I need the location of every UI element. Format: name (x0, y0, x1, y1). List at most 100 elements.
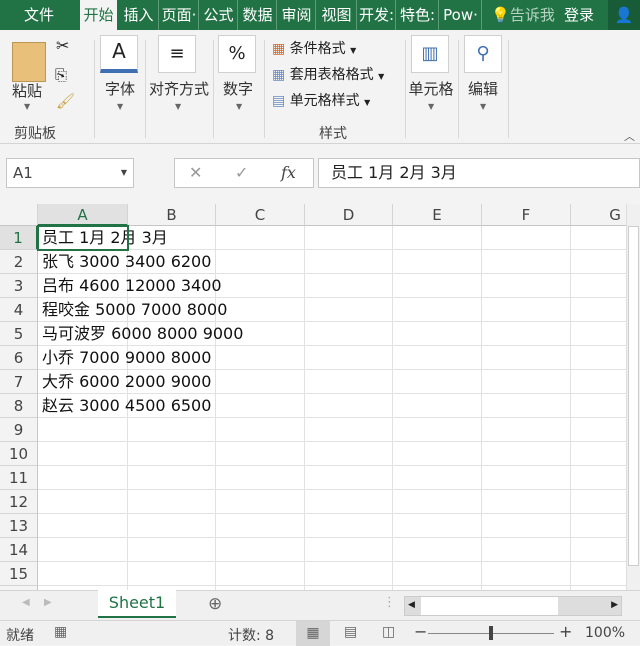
prev-sheet-icon[interactable]: ◀ (22, 597, 30, 608)
row-header-3[interactable]: 3 (0, 274, 38, 298)
formula-input[interactable]: 员工 1月 2月 3月 (318, 158, 640, 188)
tab-insert[interactable]: 插入 (119, 0, 159, 30)
ribbon-tabs: 文件 开始 插入 页面· 公式 数据 审阅 视图 开发: 特色: Pow· 💡告… (0, 0, 640, 30)
tab-developer[interactable]: 开发: (358, 0, 396, 30)
tab-page-layout[interactable]: 页面· (160, 0, 199, 30)
zoom-out-button[interactable]: − (414, 622, 427, 641)
gridline (570, 226, 571, 590)
active-cell-selection (37, 225, 129, 251)
column-header-G[interactable]: G (571, 204, 626, 226)
search-icon[interactable]: ⚲ (464, 35, 502, 73)
status-ready: 就绪 (6, 628, 34, 644)
tab-file[interactable]: 文件 (0, 0, 78, 30)
cell-A7[interactable]: 大乔 6000 2000 9000 (42, 370, 211, 394)
tab-features[interactable]: 特色: (397, 0, 439, 30)
column-header-D[interactable]: D (305, 204, 393, 226)
tab-review[interactable]: 审阅 (278, 0, 316, 30)
chevron-down-icon[interactable]: ▼ (121, 159, 127, 187)
tab-data[interactable]: 数据 (239, 0, 277, 30)
paste-icon[interactable] (12, 42, 46, 82)
percent-icon[interactable]: % (218, 35, 256, 73)
copy-icon[interactable]: ⎘ (55, 66, 67, 84)
row-header-8[interactable]: 8 (0, 394, 38, 418)
row-header-4[interactable]: 4 (0, 298, 38, 322)
insert-function-icon[interactable]: fx (281, 159, 296, 187)
add-sheet-icon[interactable]: ⊕ (208, 594, 222, 614)
row-header-13[interactable]: 13 (0, 514, 38, 538)
horizontal-scrollbar[interactable]: ◀ ▶ (404, 596, 622, 616)
row-header-12[interactable]: 12 (0, 490, 38, 514)
row-header-6[interactable]: 6 (0, 346, 38, 370)
row-header-9[interactable]: 9 (0, 418, 38, 442)
column-header-B[interactable]: B (128, 204, 216, 226)
sheet-tab-sheet1[interactable]: Sheet1 (98, 590, 176, 618)
collapse-ribbon-icon[interactable]: ︿ (624, 128, 635, 144)
format-as-table-button[interactable]: ▦ 套用表格格式 ▼ (272, 64, 384, 84)
page-layout-view-icon[interactable]: ▤ (344, 624, 357, 640)
tab-view[interactable]: 视图 (317, 0, 357, 30)
column-header-E[interactable]: E (393, 204, 482, 226)
cells-button[interactable]: 单元格 (406, 78, 456, 99)
font-button[interactable]: 字体 (100, 78, 140, 99)
cell-A5[interactable]: 马可波罗 6000 8000 9000 (42, 322, 243, 346)
share-user-icon[interactable]: 👤 (608, 0, 640, 30)
row-header-7[interactable]: 7 (0, 370, 38, 394)
paste-button[interactable]: 粘贴 (10, 80, 44, 101)
zoom-level[interactable]: 100% (585, 625, 625, 641)
editing-button[interactable]: 编辑 (463, 78, 503, 99)
row-header-1[interactable]: 1 (0, 226, 38, 250)
sign-in-button[interactable]: 登录 (558, 0, 600, 30)
scroll-thumb[interactable] (628, 226, 639, 566)
cell-A2[interactable]: 张飞 3000 3400 6200 (42, 250, 211, 274)
align-icon[interactable]: ≡ (158, 35, 196, 73)
gridline (38, 537, 626, 538)
cell-A4[interactable]: 程咬金 5000 7000 8000 (42, 298, 227, 322)
cells-icon[interactable]: ▥ (411, 35, 449, 73)
column-header-F[interactable]: F (482, 204, 571, 226)
cell-A3[interactable]: 吕布 4600 12000 3400 (42, 274, 222, 298)
worksheet-grid[interactable]: ABCDEFG12345678910111213141516员工 1月 2月 3… (0, 204, 626, 590)
row-header-14[interactable]: 14 (0, 538, 38, 562)
lightbulb-icon: 💡 (491, 6, 510, 24)
next-sheet-icon[interactable]: ▶ (44, 597, 52, 608)
cell-styles-button[interactable]: ▤ 单元格样式 ▼ (272, 90, 370, 110)
cut-icon[interactable]: ✂ (56, 36, 69, 55)
row-header-5[interactable]: 5 (0, 322, 38, 346)
number-button[interactable]: 数字 (218, 78, 258, 99)
font-icon[interactable]: A (100, 35, 138, 73)
row-header-2[interactable]: 2 (0, 250, 38, 274)
tab-power[interactable]: Pow· (440, 0, 482, 30)
h-scroll-thumb[interactable] (421, 597, 558, 615)
tell-me[interactable]: 💡告诉我 (490, 0, 556, 30)
page-break-view-icon[interactable]: ◫ (382, 624, 395, 640)
conditional-format-button[interactable]: ▦ 条件格式 ▼ (272, 38, 356, 58)
tab-home[interactable]: 开始 (80, 0, 117, 30)
alignment-button[interactable]: 对齐方式 (146, 78, 212, 99)
cell-style-icon: ▤ (272, 93, 286, 109)
name-box[interactable]: A1 ▼ (6, 158, 134, 188)
scroll-right-icon[interactable]: ▶ (611, 600, 618, 610)
tab-formulas[interactable]: 公式 (200, 0, 238, 30)
gridline (481, 226, 482, 590)
gridline (38, 441, 626, 442)
splitter-handle[interactable]: ⋮ (383, 595, 396, 610)
cell-A8[interactable]: 赵云 3000 4500 6500 (42, 394, 211, 418)
row-header-10[interactable]: 10 (0, 442, 38, 466)
group-styles: 样式 (319, 126, 347, 142)
format-painter-icon[interactable]: 🖌 (56, 92, 75, 110)
column-header-C[interactable]: C (216, 204, 305, 226)
row-header-11[interactable]: 11 (0, 466, 38, 490)
row-header-15[interactable]: 15 (0, 562, 38, 586)
zoom-slider-thumb[interactable] (489, 626, 493, 640)
vertical-scrollbar[interactable] (626, 204, 640, 590)
column-header-A[interactable]: A (38, 204, 128, 226)
scroll-left-icon[interactable]: ◀ (408, 600, 415, 610)
enter-icon[interactable]: ✓ (235, 159, 248, 187)
cell-A6[interactable]: 小乔 7000 9000 8000 (42, 346, 211, 370)
normal-view-icon[interactable]: ▦ (296, 621, 330, 646)
cancel-icon[interactable]: ✕ (189, 159, 202, 187)
zoom-in-button[interactable]: + (559, 622, 572, 641)
macro-record-icon[interactable]: ▦ (54, 624, 67, 640)
select-all[interactable] (0, 204, 38, 226)
gridline (38, 489, 626, 490)
